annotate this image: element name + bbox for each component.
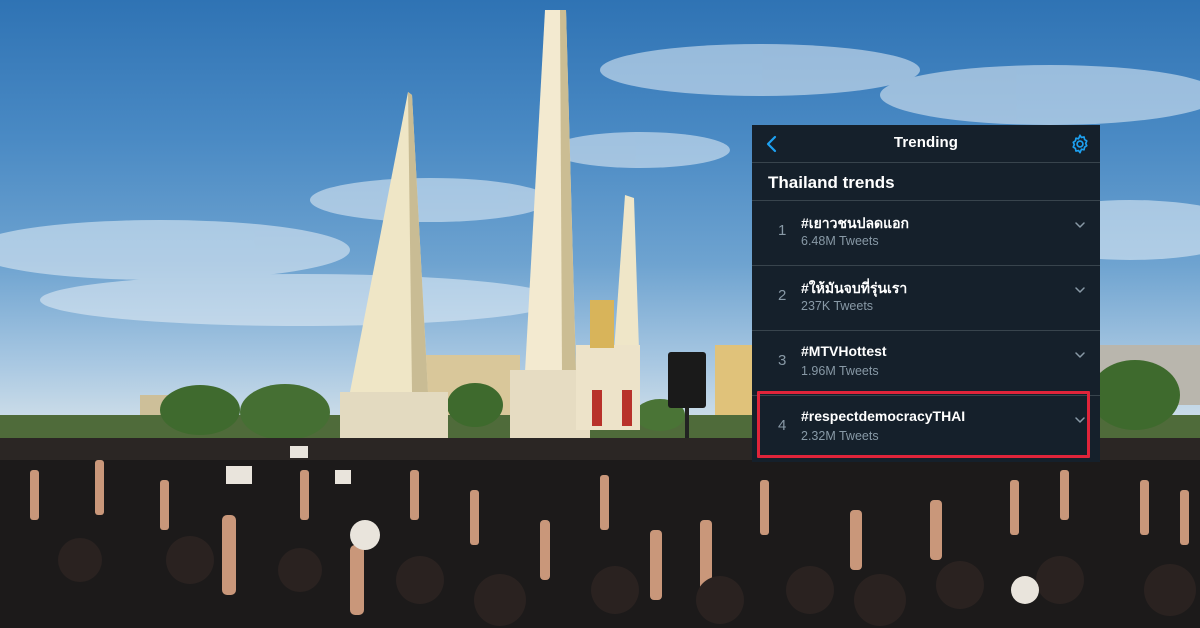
crowd bbox=[0, 438, 1200, 628]
trend-tweet-count: 1.96M Tweets bbox=[801, 364, 879, 378]
trend-hashtag: #เยาวชนปลดแอก bbox=[801, 215, 910, 231]
trend-rank: 3 bbox=[778, 352, 787, 369]
trend-rank: 2 bbox=[778, 287, 787, 304]
trend-tweet-count: 237K Tweets bbox=[801, 299, 874, 313]
trend-hashtag: #respectdemocracyTHAI bbox=[801, 408, 966, 424]
chevron-down-icon[interactable] bbox=[1074, 284, 1086, 296]
page-title: Trending bbox=[893, 134, 959, 151]
gear-icon bbox=[1072, 134, 1088, 154]
trend-list: 1 #เยาวชนปลดแอก 6.48M Tweets 2 #ให้มันจบ… bbox=[752, 201, 1100, 460]
panel-header: Trending bbox=[752, 125, 1100, 163]
chevron-down-icon[interactable] bbox=[1074, 414, 1086, 426]
trend-tweet-count: 6.48M Tweets bbox=[801, 234, 879, 248]
trend-item[interactable]: 2 #ให้มันจบที่รุ่นเรา 237K Tweets bbox=[752, 266, 1100, 331]
trend-hashtag: #MTVHottest bbox=[801, 343, 887, 359]
section-title: Thailand trends bbox=[752, 163, 1100, 201]
trend-item[interactable]: 3 #MTVHottest 1.96M Tweets bbox=[752, 331, 1100, 396]
trend-item[interactable]: 1 #เยาวชนปลดแอก 6.48M Tweets bbox=[752, 201, 1100, 266]
settings-button[interactable] bbox=[1069, 133, 1091, 155]
chevron-down-icon[interactable] bbox=[1074, 219, 1086, 231]
trending-panel: Trending Thailand trends 1 #เยาวชนปลดแอก… bbox=[752, 125, 1100, 462]
chevron-down-icon[interactable] bbox=[1074, 349, 1086, 361]
trend-rank: 4 bbox=[778, 417, 787, 434]
trend-item[interactable]: 4 #respectdemocracyTHAI 2.32M Tweets bbox=[752, 396, 1100, 460]
trend-hashtag: #ให้มันจบที่รุ่นเรา bbox=[801, 280, 908, 296]
trend-tweet-count: 2.32M Tweets bbox=[801, 429, 879, 443]
trend-rank: 1 bbox=[778, 222, 787, 239]
